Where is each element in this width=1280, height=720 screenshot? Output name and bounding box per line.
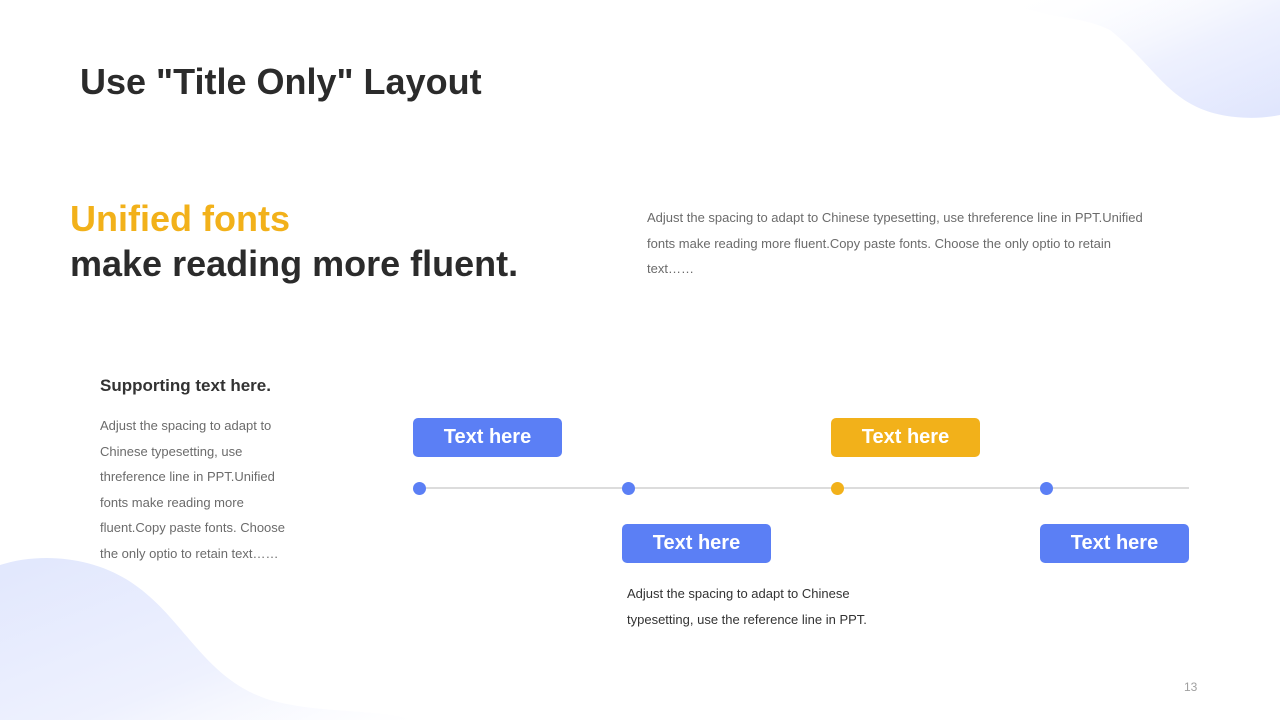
timeline-dot-3 [830,481,844,495]
intro-paragraph: Adjust the spacing to adapt to Chinese t… [647,210,1143,276]
bottom-left-blob [0,557,415,720]
timeline-label-1: Text here [413,418,562,457]
headline-main: make reading more fluent. [70,243,519,284]
timeline-dot-1 [412,481,426,495]
timeline-line [419,487,1189,489]
timeline-label-2: Text here [622,524,771,563]
timeline-label-4: Text here [1040,524,1189,563]
timeline-label-3: Text here [831,418,980,457]
supporting-heading: Supporting text here. [100,376,271,395]
timeline-caption: Adjust the spacing to adapt to Chinese t… [627,586,867,627]
slide-title: Use "Title Only" Layout [80,61,482,102]
timeline-dot-2 [621,481,635,495]
timeline-dot-4 [1039,481,1053,495]
top-right-blob [1000,0,1280,118]
headline-highlight: Unified fonts [70,198,290,239]
page-number: 13 [1184,680,1198,694]
supporting-paragraph: Adjust the spacing to adapt to Chinese t… [100,418,286,561]
